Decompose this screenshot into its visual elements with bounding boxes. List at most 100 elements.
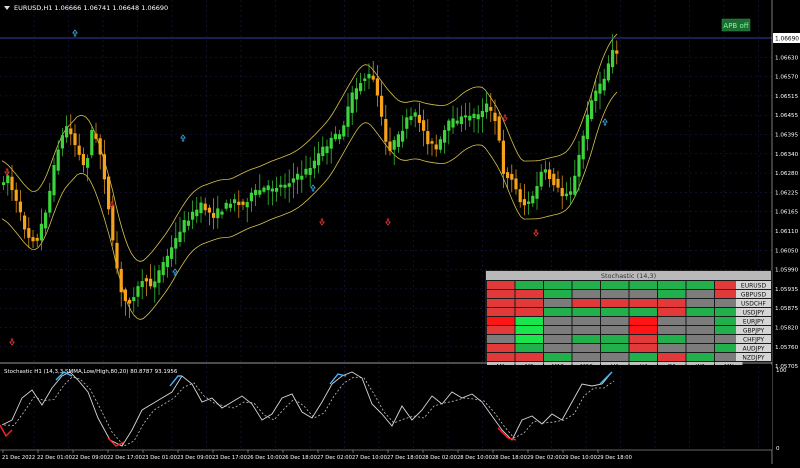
matrix-cell — [572, 281, 600, 289]
matrix-cell — [487, 344, 515, 352]
symbol-label: AUDJPY — [742, 346, 764, 353]
time-axis-label: 23 Dec 01:00 — [142, 455, 177, 461]
candle-body — [212, 212, 216, 218]
candle-body — [485, 103, 489, 113]
candle-body — [497, 116, 501, 141]
candle-body — [136, 286, 140, 297]
candle-body — [44, 212, 48, 229]
candle-body — [518, 189, 522, 203]
price-axis-label: 1.05760 — [775, 345, 799, 351]
candle-body — [258, 190, 262, 195]
candle-body — [287, 183, 291, 187]
candle-body — [501, 140, 505, 174]
candle-body — [590, 100, 594, 119]
candle-body — [65, 126, 69, 138]
time-axis-label: 26 Dec 10:00 — [247, 455, 282, 461]
candle-body — [52, 165, 56, 196]
candle-body — [191, 211, 195, 220]
matrix-cell — [544, 299, 572, 307]
stochastic-panel[interactable] — [0, 365, 772, 450]
candle-body — [81, 154, 85, 166]
candle-body — [317, 153, 321, 166]
candle-body — [510, 173, 514, 180]
candle-body — [611, 49, 615, 68]
candle-body — [56, 149, 60, 171]
time-axis-label: 26 Dec 18:00 — [282, 455, 317, 461]
matrix-cell — [515, 317, 543, 325]
candle-body — [577, 154, 581, 177]
matrix-cell — [572, 326, 600, 334]
candle-body — [388, 141, 392, 151]
candle-body — [90, 130, 94, 156]
matrix-cell — [544, 281, 572, 289]
candle-body — [455, 120, 459, 124]
matrix-cell — [658, 326, 686, 334]
candle-body — [2, 182, 6, 186]
candle-body — [468, 115, 472, 121]
price-axis-label: 1.05990 — [775, 268, 799, 274]
stochastic-header: Stochastic H1 (14,3,3,SMMA,Low/High,80,2… — [4, 369, 178, 375]
candle-body — [241, 201, 245, 205]
price-axis-label: 1.06515 — [775, 94, 799, 100]
candle-body — [60, 135, 64, 149]
candle-body — [443, 130, 447, 143]
time-axis-label: 29 Dec 18:00 — [597, 455, 632, 461]
candle-body — [178, 231, 182, 242]
candle-body — [207, 207, 211, 213]
matrix-cell — [572, 317, 600, 325]
candle-body — [199, 202, 203, 214]
matrix-cell — [629, 335, 657, 343]
candle-body — [392, 140, 396, 150]
matrix-cell — [487, 326, 515, 334]
price-axis-label: 1.06165 — [775, 210, 799, 216]
candle-body — [359, 83, 363, 92]
candle-body — [23, 215, 27, 230]
matrix-cell — [572, 353, 600, 361]
matrix-cell — [658, 299, 686, 307]
candle-body — [434, 144, 438, 150]
candle-body — [69, 128, 73, 135]
matrix-cell — [515, 353, 543, 361]
matrix-cell — [686, 335, 714, 343]
candle-body — [18, 201, 22, 213]
candle-body — [396, 134, 400, 147]
matrix-cell — [658, 281, 686, 289]
candle-body — [522, 199, 526, 206]
candle-body — [94, 133, 98, 139]
candle-body — [371, 75, 375, 80]
matrix-cell — [601, 290, 629, 298]
candle-body — [422, 120, 426, 131]
candle-body — [569, 191, 573, 195]
symbol-label: USDJPY — [743, 310, 765, 317]
time-axis-label: 21 Dec 2022 — [2, 455, 35, 461]
time-axis-label: 29 Dec 10:00 — [562, 455, 597, 461]
matrix-cell — [686, 281, 714, 289]
candle-body — [233, 199, 237, 204]
matrix-cell — [601, 317, 629, 325]
candle-body — [279, 184, 283, 188]
time-axis[interactable]: 21 Dec 2022 22 Dec 01:00 22 Dec 09:00 22 De… — [2, 450, 632, 461]
candle-body — [321, 146, 325, 157]
candle-body — [262, 187, 266, 192]
matrix-cell — [658, 317, 686, 325]
time-axis-label: 23 Dec 09:00 — [177, 455, 212, 461]
candle-body — [564, 193, 568, 197]
matrix-cell — [487, 290, 515, 298]
matrix-cell — [487, 308, 515, 316]
candle-body — [329, 137, 333, 149]
time-axis-label: 22 Dec 09:00 — [72, 455, 107, 461]
candle-body — [35, 237, 39, 241]
candle-body — [472, 113, 476, 119]
price-axis[interactable]: 1.06630 1.06570 1.06515 1.06455 1.06395 1.063… — [775, 55, 799, 370]
symbol-label: CHFJPY — [743, 337, 764, 344]
stochastic-matrix-panel: Stochastic (14,3) EURUSD GBPUSD USDCHF USDJP… — [485, 270, 772, 371]
price-axis-label: 1.06630 — [775, 55, 799, 61]
matrix-cell — [658, 353, 686, 361]
matrix-cell — [544, 353, 572, 361]
candle-body — [6, 175, 10, 184]
matrix-cell — [515, 335, 543, 343]
candle-body — [506, 172, 510, 179]
candle-body — [401, 130, 405, 142]
matrix-cell — [686, 290, 714, 298]
chart-window[interactable]: EURUSD,H1 1.06666 1.06741 1.06648 1.0669… — [0, 0, 800, 464]
